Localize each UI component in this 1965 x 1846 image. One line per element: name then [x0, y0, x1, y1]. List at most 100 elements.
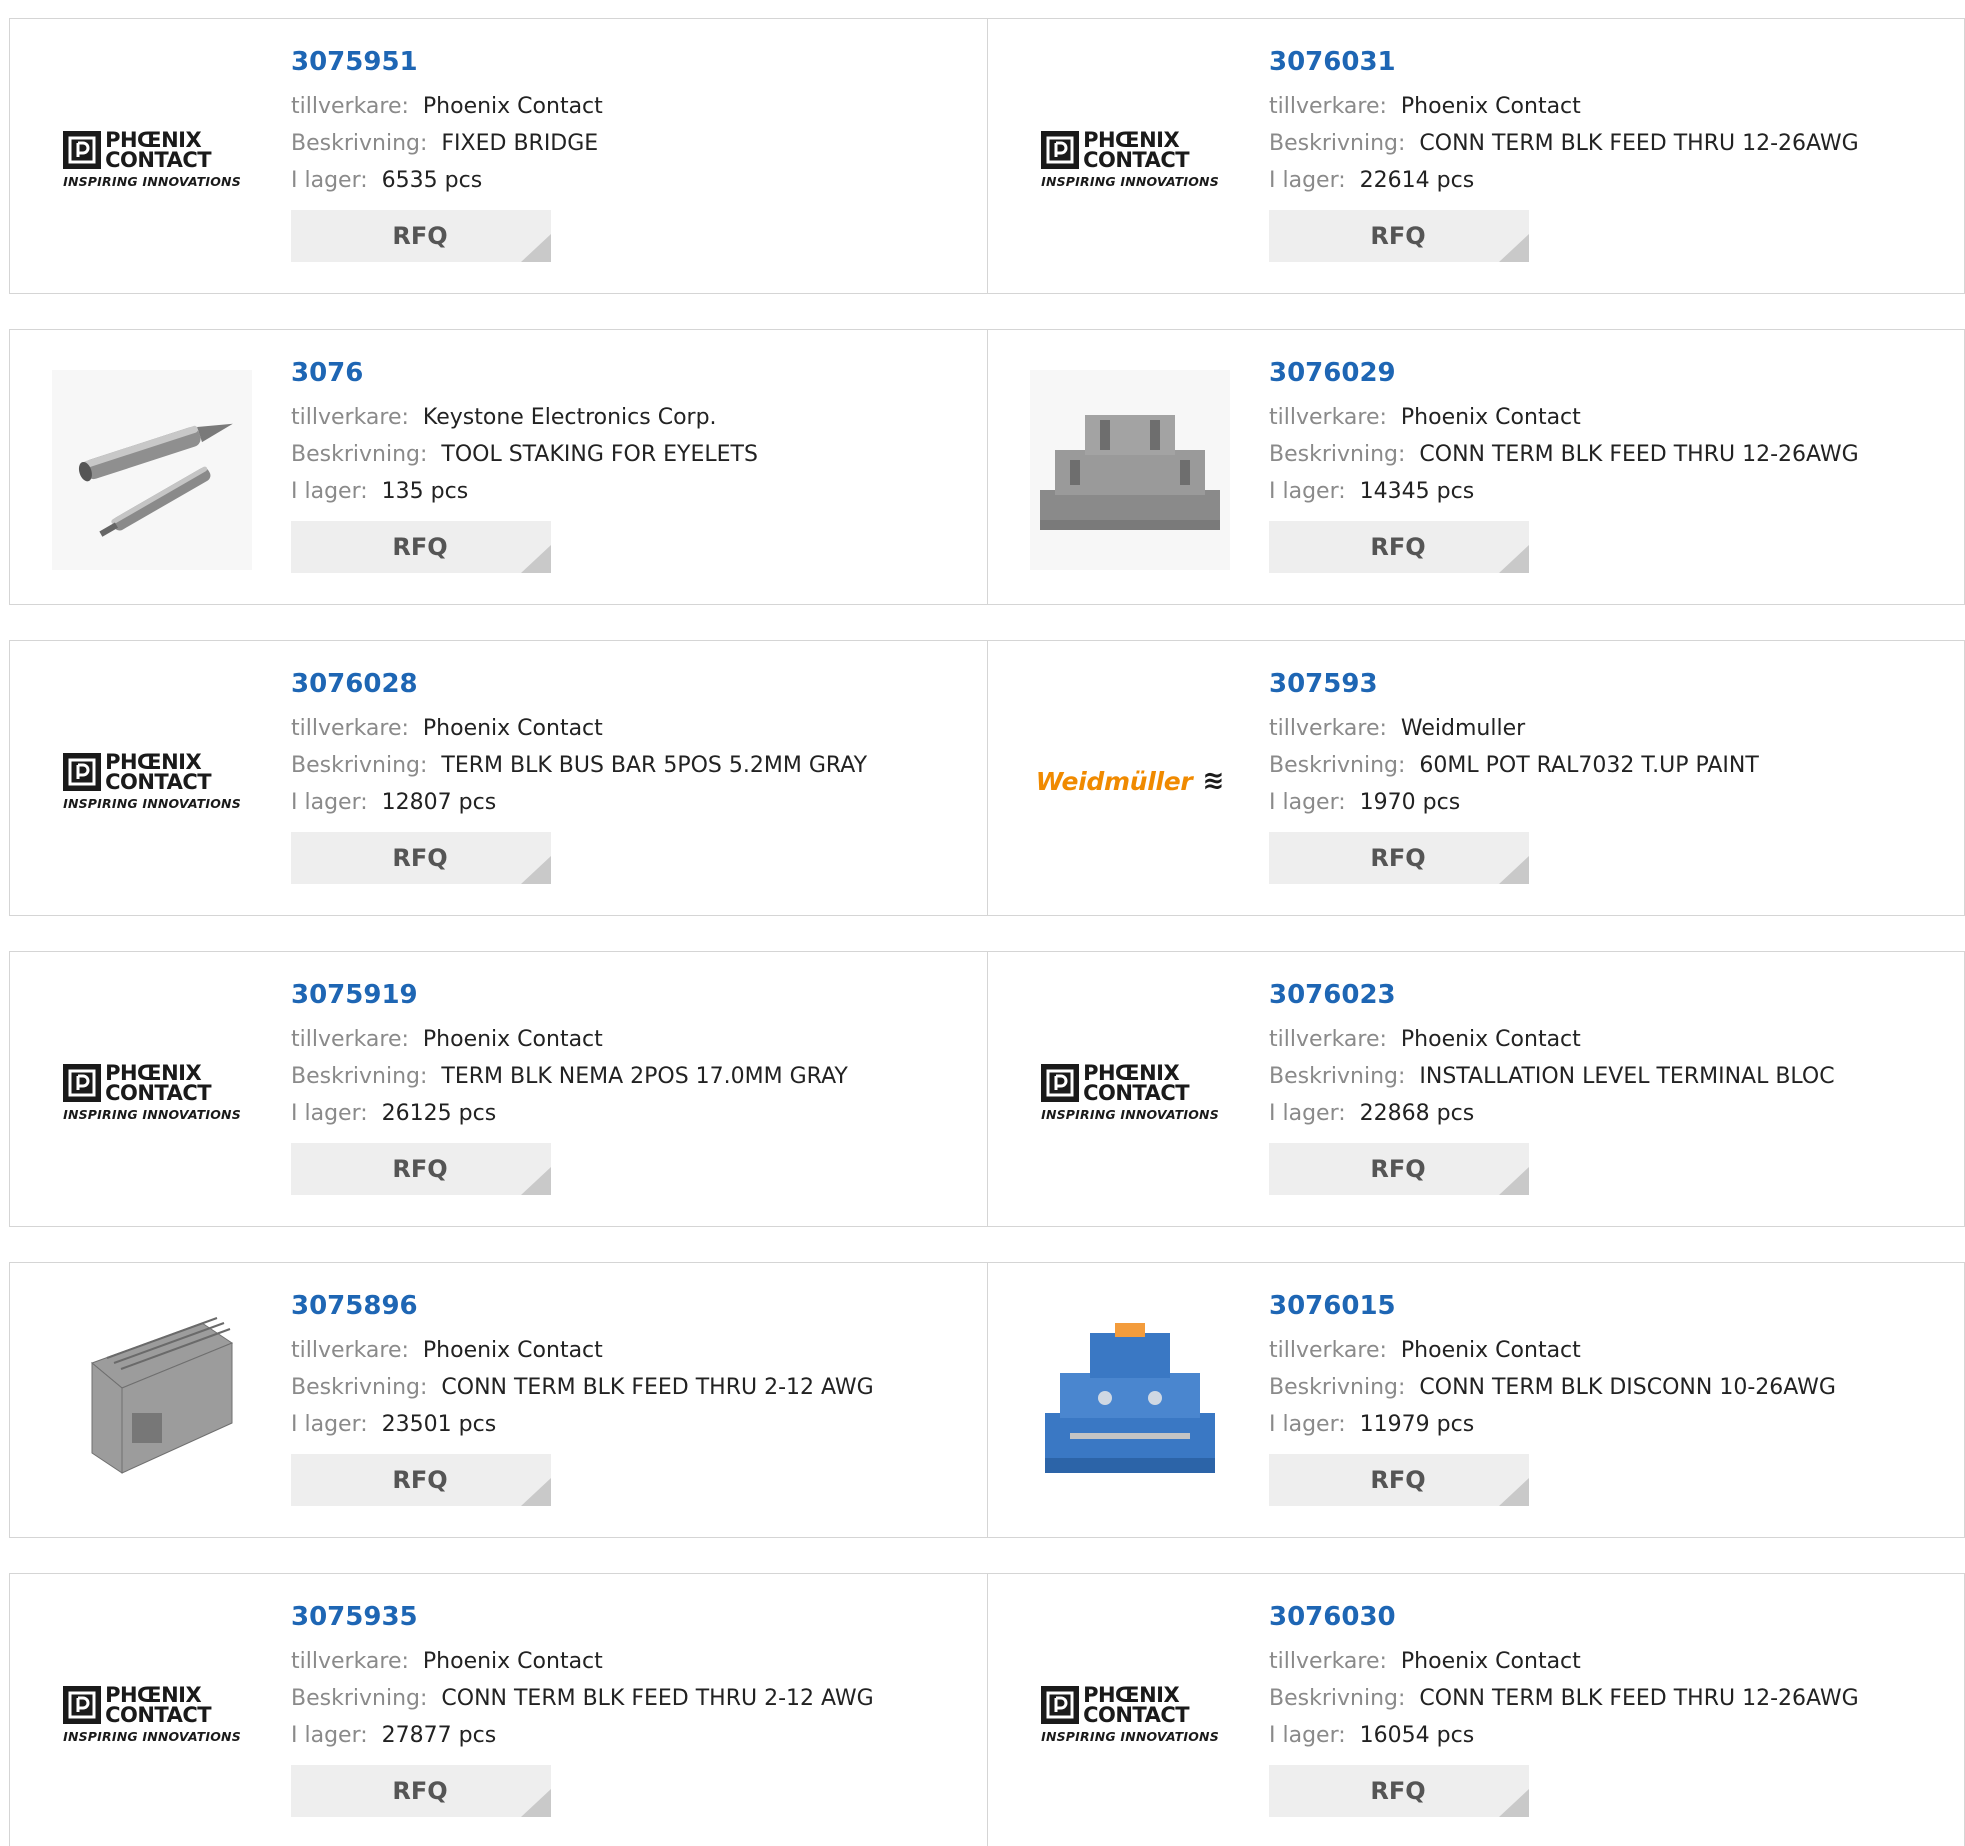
part-number-link[interactable]: 3075919 [291, 980, 848, 1010]
product-thumbnail[interactable]: PHŒNIX CONTACT INSPIRING INNOVATIONS [1028, 990, 1232, 1194]
product-grid: PHŒNIX CONTACT INSPIRING INNOVATIONS 307… [0, 0, 1965, 1846]
description-label: Beskrivning: [1269, 1686, 1406, 1711]
stock-label: I lager: [1269, 479, 1346, 504]
product-card: 3076015 tillverkare: Phoenix Contact Beskri… [987, 1263, 1964, 1537]
blue-terminal-block-photo [1030, 1303, 1230, 1503]
description-line: Beskrivning: CONN TERM BLK DISCONN 10-26A… [1269, 1369, 1836, 1406]
product-thumbnail[interactable] [50, 368, 254, 572]
stock-line: I lager: 27877 pcs [291, 1717, 874, 1754]
rfq-button[interactable]: RFQ [291, 210, 551, 262]
product-row: 3076 tillverkare: Keystone Electronics Cor… [9, 329, 1965, 605]
stock-label: I lager: [1269, 1101, 1346, 1126]
rfq-button[interactable]: RFQ [1269, 521, 1529, 573]
rfq-button[interactable]: RFQ [1269, 1454, 1529, 1506]
product-card: PHŒNIX CONTACT INSPIRING INNOVATIONS 307… [10, 641, 987, 915]
stock-value: 14345 pcs [1359, 479, 1475, 504]
product-thumbnail[interactable]: PHŒNIX CONTACT INSPIRING INNOVATIONS [50, 990, 254, 1194]
description-value: TERM BLK BUS BAR 5POS 5.2MM GRAY [441, 753, 868, 778]
product-card: PHŒNIX CONTACT INSPIRING INNOVATIONS 307… [987, 19, 1964, 293]
rfq-label: RFQ [1370, 222, 1426, 250]
rfq-button[interactable]: RFQ [291, 832, 551, 884]
rfq-button[interactable]: RFQ [291, 1765, 551, 1817]
manufacturer-value: Weidmuller [1400, 716, 1526, 741]
phoenix-contact-logo: PHŒNIX CONTACT INSPIRING INNOVATIONS [63, 1060, 241, 1122]
rfq-button[interactable]: RFQ [1269, 210, 1529, 262]
part-number-link[interactable]: 3076030 [1269, 1602, 1859, 1632]
part-number-link[interactable]: 3076023 [1269, 980, 1835, 1010]
part-number-link[interactable]: 3076029 [1269, 358, 1859, 388]
corner-triangle-icon [521, 545, 551, 573]
description-label: Beskrivning: [1269, 131, 1406, 156]
manufacturer-line: tillverkare: Phoenix Contact [291, 88, 603, 125]
rfq-label: RFQ [1370, 1777, 1426, 1805]
product-info: 3076023 tillverkare: Phoenix Contact Beskri… [1269, 980, 1835, 1195]
description-label: Beskrivning: [1269, 442, 1406, 467]
product-thumbnail[interactable]: PHŒNIX CONTACT INSPIRING INNOVATIONS [1028, 57, 1232, 261]
phoenix-emblem-icon [63, 752, 102, 791]
part-number-link[interactable]: 3076028 [291, 669, 867, 699]
part-number-link[interactable]: 3076 [291, 358, 758, 388]
rfq-button[interactable]: RFQ [291, 521, 551, 573]
product-thumbnail[interactable] [50, 1301, 254, 1505]
description-value: CONN TERM BLK DISCONN 10-26AWG [1419, 1375, 1836, 1400]
product-card: PHŒNIX CONTACT INSPIRING INNOVATIONS 307… [10, 19, 987, 293]
part-number-link[interactable]: 3076031 [1269, 47, 1859, 77]
stock-value: 1970 pcs [1359, 790, 1461, 815]
rfq-label: RFQ [1370, 844, 1426, 872]
stock-label: I lager: [1269, 168, 1346, 193]
stock-line: I lager: 26125 pcs [291, 1095, 848, 1132]
manufacturer-label: tillverkare: [291, 1338, 409, 1363]
rfq-button[interactable]: RFQ [1269, 1143, 1529, 1195]
product-info: 3076028 tillverkare: Phoenix Contact Beskri… [291, 669, 867, 884]
manufacturer-label: tillverkare: [291, 1649, 409, 1674]
manufacturer-line: tillverkare: Phoenix Contact [291, 710, 867, 747]
part-number-link[interactable]: 3075935 [291, 1602, 874, 1632]
corner-triangle-icon [1499, 234, 1529, 262]
gray-terminal-strip-photo [52, 1303, 252, 1503]
manufacturer-line: tillverkare: Phoenix Contact [1269, 1643, 1859, 1680]
corner-triangle-icon [521, 856, 551, 884]
manufacturer-value: Phoenix Contact [422, 1027, 603, 1052]
description-line: Beskrivning: FIXED BRIDGE [291, 125, 603, 162]
part-number-link[interactable]: 307593 [1269, 669, 1759, 699]
rfq-label: RFQ [1370, 533, 1426, 561]
rfq-button[interactable]: RFQ [1269, 1765, 1529, 1817]
manufacturer-label: tillverkare: [291, 94, 409, 119]
product-thumbnail[interactable]: PHŒNIX CONTACT INSPIRING INNOVATIONS [1028, 1612, 1232, 1816]
manufacturer-line: tillverkare: Phoenix Contact [291, 1643, 874, 1680]
product-thumbnail[interactable]: PHŒNIX CONTACT INSPIRING INNOVATIONS [50, 57, 254, 261]
rfq-button[interactable]: RFQ [291, 1454, 551, 1506]
corner-triangle-icon [521, 234, 551, 262]
phoenix-contact-logo: PHŒNIX CONTACT INSPIRING INNOVATIONS [1041, 1682, 1219, 1744]
part-number-link[interactable]: 3075951 [291, 47, 603, 77]
part-number-link[interactable]: 3075896 [291, 1291, 874, 1321]
product-thumbnail[interactable] [1028, 1301, 1232, 1505]
product-thumbnail[interactable]: Weidmüller ≋ [1028, 679, 1232, 883]
product-row: 3075896 tillverkare: Phoenix Contact Beskri… [9, 1262, 1965, 1538]
weidmuller-symbol-icon: ≋ [1202, 766, 1225, 796]
product-info: 3075919 tillverkare: Phoenix Contact Beskri… [291, 980, 848, 1195]
manufacturer-label: tillverkare: [1269, 1027, 1387, 1052]
manufacturer-value: Keystone Electronics Corp. [422, 405, 717, 430]
description-line: Beskrivning: CONN TERM BLK FEED THRU 12-2… [1269, 1680, 1859, 1717]
product-thumbnail[interactable] [1028, 368, 1232, 572]
description-value: CONN TERM BLK FEED THRU 2-12 AWG [441, 1686, 874, 1711]
product-thumbnail[interactable]: PHŒNIX CONTACT INSPIRING INNOVATIONS [50, 679, 254, 883]
product-card: Weidmüller ≋ 307593 tillverkare: Weidmulle… [987, 641, 1964, 915]
stock-line: I lager: 11979 pcs [1269, 1406, 1836, 1443]
rfq-label: RFQ [392, 1777, 448, 1805]
rfq-button[interactable]: RFQ [291, 1143, 551, 1195]
phoenix-emblem-icon [1041, 130, 1080, 169]
part-number-link[interactable]: 3076015 [1269, 1291, 1836, 1321]
phoenix-emblem-icon [1041, 1063, 1080, 1102]
stock-line: I lager: 135 pcs [291, 473, 758, 510]
product-thumbnail[interactable]: PHŒNIX CONTACT INSPIRING INNOVATIONS [50, 1612, 254, 1816]
rfq-button[interactable]: RFQ [1269, 832, 1529, 884]
rfq-label: RFQ [1370, 1466, 1426, 1494]
manufacturer-value: Phoenix Contact [1400, 1027, 1581, 1052]
phoenix-emblem-icon [63, 1063, 102, 1102]
product-card: PHŒNIX CONTACT INSPIRING INNOVATIONS 307… [10, 952, 987, 1226]
manufacturer-line: tillverkare: Phoenix Contact [1269, 1332, 1836, 1369]
manufacturer-line: tillverkare: Phoenix Contact [1269, 88, 1859, 125]
stock-value: 27877 pcs [381, 1723, 497, 1748]
